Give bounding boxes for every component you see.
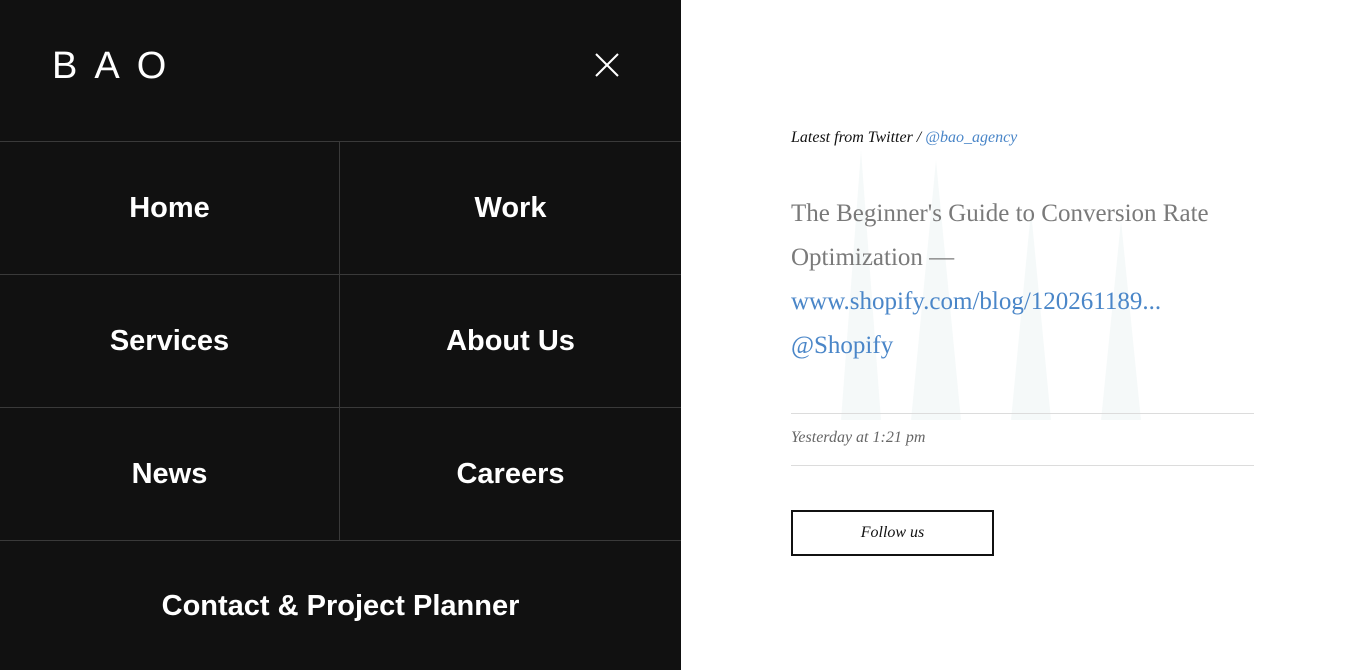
twitter-header-prefix: Latest from Twitter /	[791, 129, 926, 146]
divider	[791, 413, 1254, 414]
nav-row: Services About Us	[0, 275, 681, 408]
nav-item-home[interactable]: Home	[0, 142, 340, 274]
twitter-handle-link[interactable]: @bao_agency	[925, 129, 1017, 146]
nav-item-contact-project-planner[interactable]: Contact & Project Planner	[0, 542, 681, 670]
tweet-body: The Beginner's Guide to Conversion Rate …	[791, 192, 1261, 368]
nav-row: Home Work	[0, 142, 681, 275]
nav-item-careers[interactable]: Careers	[340, 408, 681, 540]
tweet-mention-link[interactable]: @Shopify	[791, 324, 1261, 368]
twitter-header: Latest from Twitter / @bao_agency	[791, 129, 1017, 147]
tweet-text: The Beginner's Guide to Conversion Rate …	[791, 200, 1209, 271]
nav-row: News Careers	[0, 408, 681, 541]
nav-item-work[interactable]: Work	[340, 142, 681, 274]
nav-item-about-us[interactable]: About Us	[340, 275, 681, 407]
close-icon	[595, 53, 619, 77]
follow-us-button[interactable]: Follow us	[791, 510, 994, 556]
nav-grid: Home Work Services About Us News Careers	[0, 141, 681, 541]
navigation-overlay: BAO Home Work Services About Us News Car…	[0, 0, 681, 670]
twitter-panel: Latest from Twitter / @bao_agency The Be…	[681, 0, 1356, 670]
nav-item-news[interactable]: News	[0, 408, 340, 540]
bao-logo[interactable]: BAO	[52, 44, 183, 88]
tweet-url-link[interactable]: www.shopify.com/blog/120261189...	[791, 280, 1261, 324]
close-button[interactable]	[592, 50, 622, 80]
tweet-timestamp: Yesterday at 1:21 pm	[791, 429, 926, 446]
nav-item-services[interactable]: Services	[0, 275, 340, 407]
divider	[791, 465, 1254, 466]
nav-header: BAO	[0, 0, 681, 141]
